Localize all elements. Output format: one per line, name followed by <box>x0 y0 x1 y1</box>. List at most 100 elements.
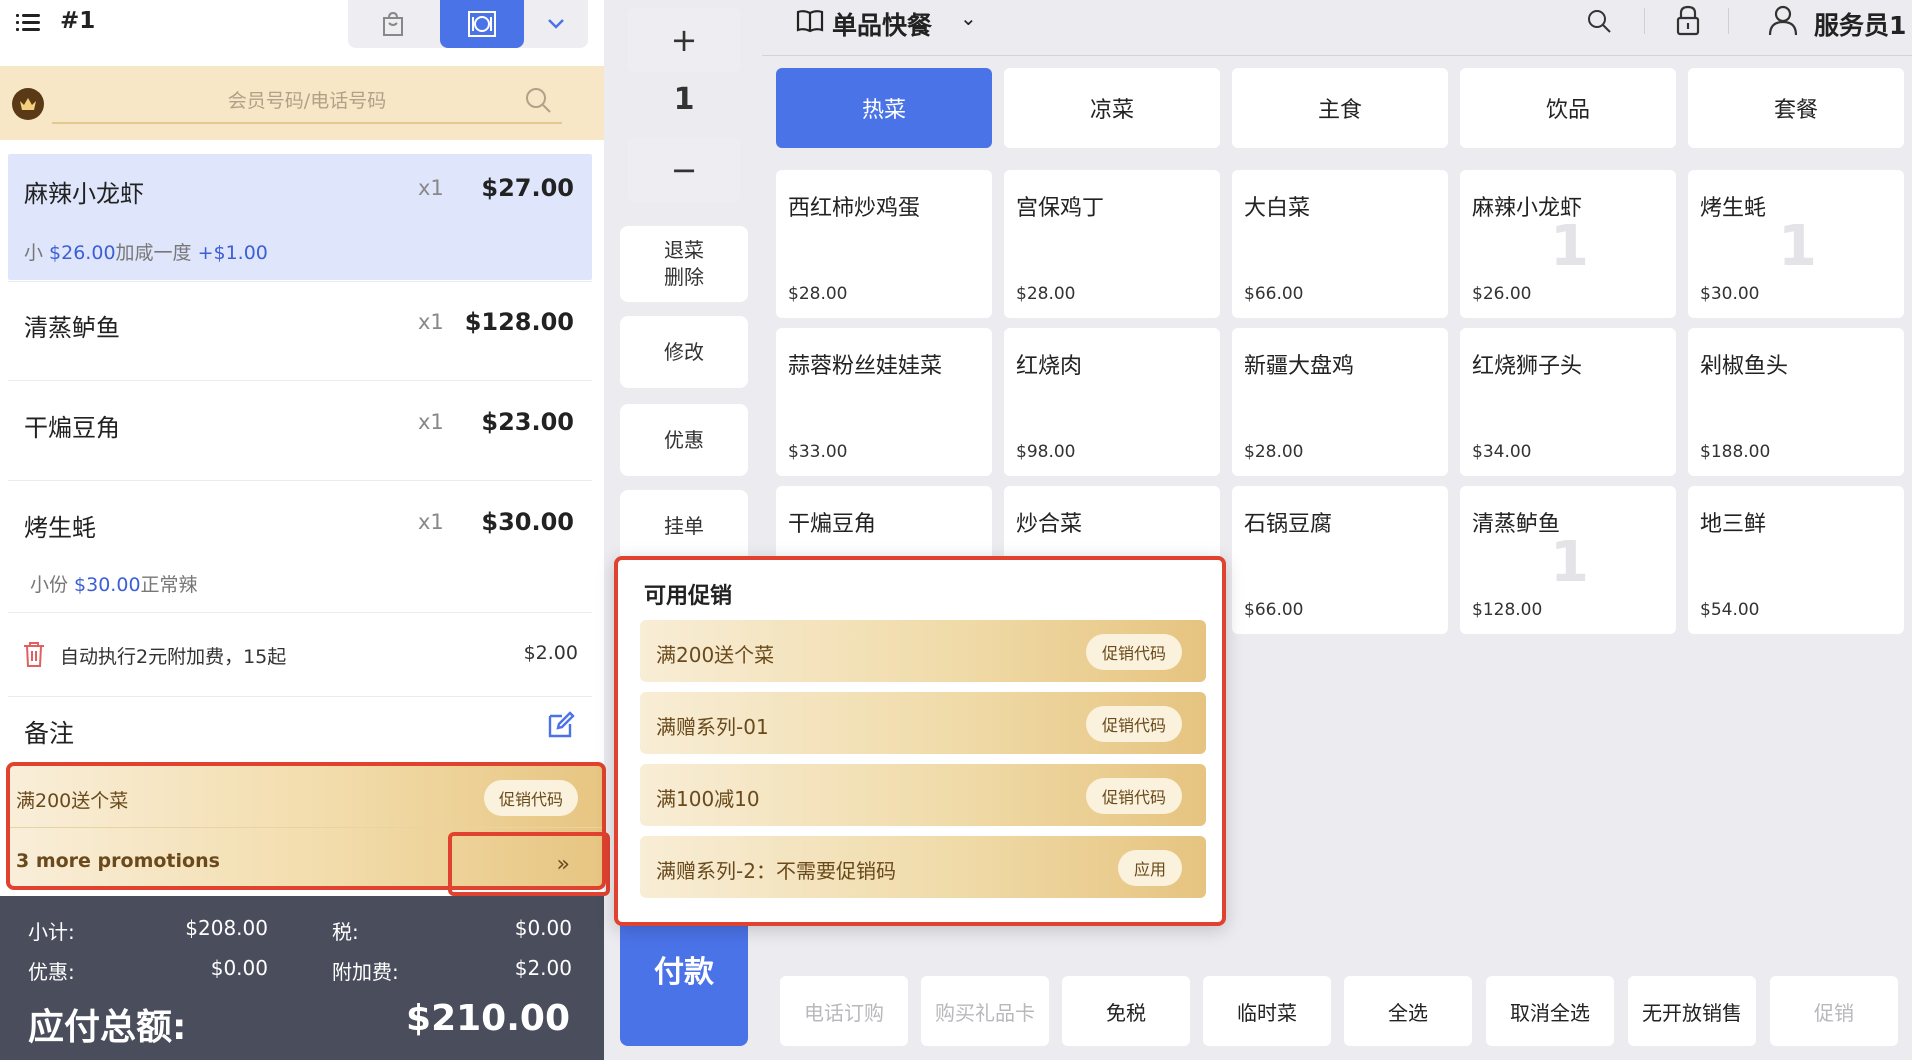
product-card[interactable]: 1 烤生蚝 $30.00 <box>1688 170 1904 318</box>
more-promotions-button[interactable]: » <box>448 832 610 896</box>
grand-total-label: 应付总额: <box>28 1007 187 1048</box>
product-name: 地三鲜 <box>1700 512 1767 537</box>
dine-in-mode-button[interactable] <box>440 0 524 48</box>
apply-promotion-button[interactable]: 应用 <box>1117 850 1182 886</box>
category-tab-sets[interactable]: 套餐 <box>1688 68 1904 148</box>
order-mode-group <box>348 0 588 48</box>
promo-code-button[interactable]: 促销代码 <box>1085 778 1182 814</box>
category-tab-drinks[interactable]: 饮品 <box>1460 68 1676 148</box>
product-count: 1 <box>1550 530 1589 595</box>
qty-decrease-button[interactable]: − <box>628 138 740 202</box>
deselect-all-button[interactable]: 取消全选 <box>1486 976 1614 1046</box>
product-card[interactable]: 蒜蓉粉丝娃娃菜 $33.00 <box>776 328 992 476</box>
trash-icon[interactable] <box>22 640 46 668</box>
category-tab-cold-dishes[interactable]: 凉菜 <box>1004 68 1220 148</box>
product-price: $28.00 <box>788 284 848 304</box>
order-topbar: #1 <box>0 0 604 66</box>
buy-gift-card-button[interactable]: 购买礼品卡 <box>921 976 1049 1046</box>
user-icon[interactable] <box>1768 4 1798 36</box>
tax-label: 税: <box>332 920 359 944</box>
product-name: 干煸豆角 <box>788 512 877 537</box>
tax-exempt-button[interactable]: 免税 <box>1062 976 1190 1046</box>
totals-panel: 小计: $208.00 税: $0.00 优惠: $0.00 附加费: $2.0… <box>0 896 604 1060</box>
item-qty: x1 <box>418 410 444 434</box>
open-sale-button[interactable]: 无开放销售 <box>1628 976 1756 1046</box>
product-price: $66.00 <box>1244 600 1304 620</box>
promo-code-button[interactable]: 促销代码 <box>1085 706 1182 742</box>
promotion-row[interactable]: 满200送个菜 促销代码 <box>10 766 602 828</box>
grand-total-value: $210.00 <box>406 998 570 1039</box>
promotion-button[interactable]: 促销 <box>1770 976 1898 1046</box>
bag-icon <box>383 11 403 36</box>
product-price: $30.00 <box>1700 284 1760 304</box>
product-card[interactable]: 剁椒鱼头 $188.00 <box>1688 328 1904 476</box>
order-item[interactable]: 干煸豆角 x1 $23.00 <box>8 382 592 478</box>
category-tab-hot-dishes[interactable]: 热菜 <box>776 68 992 148</box>
promotion-name: 满赠系列-2：不需要促销码 <box>656 859 896 883</box>
product-price: $98.00 <box>1016 442 1076 462</box>
search-icon[interactable] <box>1586 8 1612 34</box>
custom-dish-button[interactable]: 临时菜 <box>1203 976 1331 1046</box>
select-all-button[interactable]: 全选 <box>1344 976 1472 1046</box>
menu-icon[interactable] <box>16 14 40 32</box>
product-price: $34.00 <box>1472 442 1532 462</box>
order-item[interactable]: 清蒸鲈鱼 x1 $128.00 <box>8 282 592 378</box>
crown-icon <box>12 88 44 120</box>
promotion-name: 满200送个菜 <box>16 790 129 812</box>
divider <box>1728 8 1729 34</box>
product-price: $66.00 <box>1244 284 1304 304</box>
book-icon <box>796 10 824 33</box>
phone-order-button[interactable]: 电话订购 <box>780 976 908 1046</box>
product-card[interactable]: 新疆大盘鸡 $28.00 <box>1232 328 1448 476</box>
lock-icon[interactable] <box>1676 4 1700 36</box>
option-modifier: 加咸一度 <box>115 242 198 264</box>
product-card[interactable]: 石锅豆腐 $66.00 <box>1232 486 1448 634</box>
subtotal-value: $208.00 <box>185 916 268 940</box>
chevron-down-icon[interactable]: ⌄ <box>960 6 977 30</box>
divider <box>8 380 592 381</box>
product-card[interactable]: 大白菜 $66.00 <box>1232 170 1448 318</box>
order-item[interactable]: 烤生蚝 x1 $30.00 小份 $30.00正常辣 <box>8 482 592 610</box>
qty-increase-button[interactable]: + <box>628 8 740 72</box>
menu-selector[interactable]: 单品快餐 <box>832 6 932 42</box>
order-item[interactable]: 麻辣小龙虾 x1 $27.00 小 $26.00加咸一度 +$1.00 <box>8 154 592 280</box>
product-card[interactable]: 1 麻辣小龙虾 $26.00 <box>1460 170 1676 318</box>
product-price: $188.00 <box>1700 442 1771 462</box>
product-card[interactable]: 红烧狮子头 $34.00 <box>1460 328 1676 476</box>
order-number: #1 <box>60 8 96 34</box>
takeout-mode-button[interactable] <box>348 0 438 48</box>
promo-code-button[interactable]: 促销代码 <box>1085 634 1182 670</box>
mode-dropdown-button[interactable] <box>524 0 588 48</box>
search-icon[interactable] <box>524 86 552 114</box>
product-name: 炒合菜 <box>1016 512 1083 537</box>
discount-button[interactable]: 优惠 <box>620 404 748 476</box>
item-name: 干煸豆角 <box>24 414 120 442</box>
item-price: $30.00 <box>481 508 574 536</box>
promotion-option[interactable]: 满100减10 促销代码 <box>640 764 1206 826</box>
product-name: 石锅豆腐 <box>1244 512 1333 537</box>
edit-icon[interactable] <box>546 710 576 740</box>
staff-name[interactable]: 服务员1 <box>1814 6 1906 42</box>
menu-header: 单品快餐 ⌄ 服务员1 <box>762 0 1912 56</box>
option-price: $30.00 <box>74 574 141 596</box>
promotion-option[interactable]: 满赠系列-2：不需要促销码 应用 <box>640 836 1206 898</box>
product-card[interactable]: 地三鲜 $54.00 <box>1688 486 1904 634</box>
item-options: 小 $26.00加咸一度 +$1.00 <box>24 238 268 265</box>
modify-button[interactable]: 修改 <box>620 316 748 388</box>
promotion-option[interactable]: 满赠系列-01 促销代码 <box>640 692 1206 754</box>
item-price: $128.00 <box>464 308 574 336</box>
divider <box>8 612 592 613</box>
promotion-option[interactable]: 满200送个菜 促销代码 <box>640 620 1206 682</box>
promotion-name: 满赠系列-01 <box>656 715 769 739</box>
hold-order-button[interactable]: 挂单 <box>620 490 748 562</box>
product-card[interactable]: 1 清蒸鲈鱼 $128.00 <box>1460 486 1676 634</box>
surcharge-row: 自动执行2元附加费，15起 $2.00 <box>8 628 592 680</box>
product-card[interactable]: 西红柿炒鸡蛋 $28.00 <box>776 170 992 318</box>
refund-delete-button[interactable]: 退菜 删除 <box>620 226 748 302</box>
product-card[interactable]: 红烧肉 $98.00 <box>1004 328 1220 476</box>
divider <box>1644 8 1645 34</box>
category-tab-staples[interactable]: 主食 <box>1232 68 1448 148</box>
promo-code-button[interactable]: 促销代码 <box>483 780 578 816</box>
member-search-input[interactable] <box>52 80 562 124</box>
product-card[interactable]: 宫保鸡丁 $28.00 <box>1004 170 1220 318</box>
